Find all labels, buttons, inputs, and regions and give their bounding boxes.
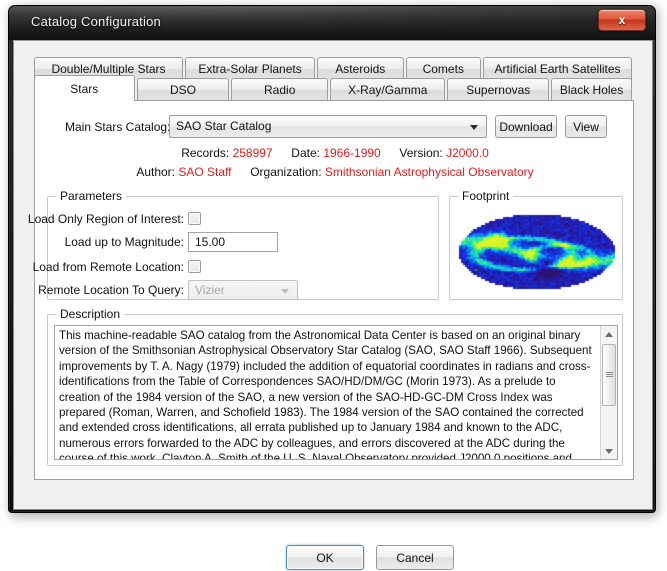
tab-label: Extra-Solar Planets bbox=[198, 62, 302, 76]
remote-location-checkbox[interactable] bbox=[188, 260, 201, 273]
tab-label: Double/Multiple Stars bbox=[51, 62, 166, 76]
dialog-footer: OK Cancel bbox=[35, 545, 667, 571]
main-stars-catalog-select[interactable]: SAO Star Catalog bbox=[169, 115, 487, 138]
records-label: Records: bbox=[181, 146, 230, 160]
remote-location-label: Load from Remote Location: bbox=[32, 260, 184, 274]
tab-asteroids[interactable]: Asteroids bbox=[317, 57, 404, 80]
close-icon: x bbox=[618, 13, 626, 27]
parameters-group: Parameters Load Only Region of Interest:… bbox=[28, 189, 440, 301]
tab-black-holes[interactable]: Black Holes bbox=[551, 78, 632, 101]
tab-artificial-earth-satellites[interactable]: Artificial Earth Satellites bbox=[483, 57, 632, 80]
parameters-group-title: Parameters bbox=[56, 189, 127, 203]
catalog-meta-line-records: Records: 258997 Date: 1966-1990 Version:… bbox=[35, 146, 635, 160]
tab-radio[interactable]: Radio bbox=[231, 78, 329, 101]
description-text: This machine-readable SAO catalog from t… bbox=[59, 329, 592, 460]
tab-comets[interactable]: Comets bbox=[405, 57, 482, 80]
param-row-remote-location: Load from Remote Location: bbox=[33, 257, 440, 278]
description-group: Description This machine-readable SAO ca… bbox=[47, 307, 623, 466]
author-value: SAO Staff bbox=[178, 165, 232, 179]
tab-label: DSO bbox=[169, 83, 196, 97]
ok-button[interactable]: OK bbox=[286, 545, 364, 570]
tab-label: Comets bbox=[422, 62, 464, 76]
download-button[interactable]: Download bbox=[495, 115, 557, 138]
version-label: Version: bbox=[399, 146, 443, 160]
tab-label: Asteroids bbox=[335, 62, 386, 76]
dialog-window: Catalog Configuration x Double/Multiple … bbox=[8, 5, 656, 570]
catalog-meta-line-author: Author: SAO Staff Organization: Smithson… bbox=[35, 165, 635, 179]
catalog-selected-value: SAO Star Catalog bbox=[176, 119, 272, 133]
version-value: J2000.0 bbox=[446, 146, 489, 160]
footprint-group-title: Footprint bbox=[458, 189, 514, 203]
scrollbar-thumb[interactable] bbox=[602, 344, 616, 406]
organization-value: Smithsonian Astrophysical Observatory bbox=[324, 165, 534, 179]
dialog-client-area: Double/Multiple Stars Extra-Solar Planets… bbox=[13, 40, 653, 570]
cancel-button[interactable]: Cancel bbox=[376, 545, 454, 570]
window-title: Catalog Configuration bbox=[31, 14, 161, 29]
remote-query-value: Vizier bbox=[195, 283, 225, 297]
tab-page-stars: Main Stars Catalog: SAO Star Catalog Dow… bbox=[28, 100, 635, 570]
tab-stars[interactable]: Stars bbox=[34, 75, 135, 101]
tab-label: Radio bbox=[264, 83, 296, 97]
magnitude-input[interactable]: 15.00 bbox=[188, 232, 278, 252]
region-of-interest-label: Load Only Region of Interest: bbox=[27, 212, 184, 226]
tab-label: Stars bbox=[70, 81, 99, 96]
close-button[interactable]: x bbox=[598, 9, 646, 31]
description-textarea[interactable]: This machine-readable SAO catalog from t… bbox=[54, 325, 618, 460]
tab-dso[interactable]: DSO bbox=[136, 78, 230, 101]
magnitude-label: Load up to Magnitude: bbox=[64, 235, 184, 249]
records-value: 258997 bbox=[232, 146, 273, 160]
tab-label: Artificial Earth Satellites bbox=[494, 62, 621, 76]
catalog-label: Main Stars Catalog: bbox=[65, 120, 171, 134]
scrollbar-grip-icon bbox=[606, 372, 613, 377]
remote-location-select: Vizier bbox=[188, 280, 298, 300]
chevron-down-icon bbox=[281, 289, 289, 294]
catalog-selector-row: Main Stars Catalog: SAO Star Catalog Dow… bbox=[35, 115, 635, 139]
date-label: Date: bbox=[291, 146, 320, 160]
footprint-group: Footprint bbox=[449, 189, 623, 300]
tab-label: Black Holes bbox=[559, 83, 624, 97]
remote-query-label: Remote Location To Query: bbox=[38, 283, 184, 297]
scroll-down-icon[interactable] bbox=[601, 443, 617, 459]
tab-strip: Double/Multiple Stars Extra-Solar Planets… bbox=[34, 57, 634, 101]
param-row-remote-query: Remote Location To Query: Vizier bbox=[38, 280, 440, 301]
scroll-up-icon[interactable] bbox=[601, 326, 617, 342]
tab-row-bottom: Stars DSO Radio X-Ray/Gamma Supernovas Black … bbox=[34, 75, 634, 101]
param-row-magnitude: Load up to Magnitude: 15.00 bbox=[48, 232, 440, 253]
chevron-down-icon bbox=[470, 125, 478, 130]
date-value: 1966-1990 bbox=[323, 146, 381, 160]
sky-map-canvas bbox=[457, 211, 617, 293]
param-row-region-of-interest: Load Only Region of Interest: bbox=[28, 209, 440, 230]
tab-x-ray-gamma[interactable]: X-Ray/Gamma bbox=[330, 78, 446, 101]
tab-label: Supernovas bbox=[466, 83, 531, 97]
description-group-title: Description bbox=[56, 307, 125, 321]
footprint-sky-map bbox=[457, 211, 617, 293]
region-of-interest-checkbox[interactable] bbox=[188, 212, 201, 225]
description-scrollbar[interactable] bbox=[600, 326, 617, 459]
tab-extra-solar-planets[interactable]: Extra-Solar Planets bbox=[184, 57, 316, 80]
author-label: Author: bbox=[136, 165, 176, 179]
organization-label: Organization: bbox=[250, 165, 322, 179]
view-button[interactable]: View bbox=[565, 115, 607, 138]
tab-label: X-Ray/Gamma bbox=[348, 83, 428, 97]
title-bar: Catalog Configuration x bbox=[9, 6, 655, 40]
tab-supernovas[interactable]: Supernovas bbox=[447, 78, 550, 101]
